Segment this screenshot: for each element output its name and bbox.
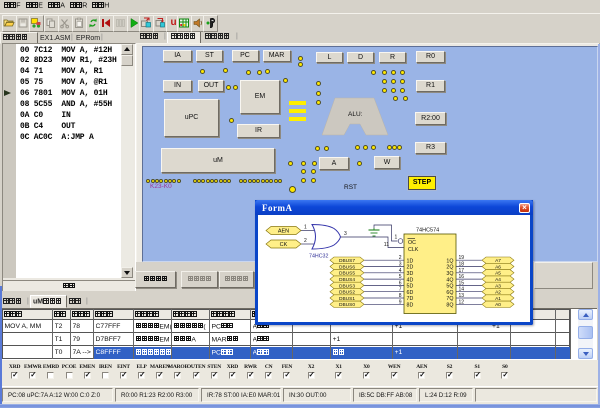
- svg-text:7: 7: [399, 287, 402, 293]
- svg-text:74HC32: 74HC32: [309, 254, 328, 260]
- svg-text:8: 8: [399, 293, 402, 299]
- svg-text:2Q: 2Q: [446, 265, 453, 271]
- svg-text:19: 19: [459, 255, 465, 261]
- svg-text:5Q: 5Q: [446, 284, 453, 290]
- svg-text:1D: 1D: [407, 258, 414, 264]
- svg-text:3Q: 3Q: [446, 271, 453, 277]
- svg-text:7D: 7D: [407, 296, 414, 302]
- svg-text:3D: 3D: [407, 271, 414, 277]
- svg-text:2: 2: [304, 238, 307, 244]
- svg-text:8D: 8D: [407, 303, 414, 309]
- svg-text:5D: 5D: [407, 284, 414, 290]
- svg-text:1: 1: [395, 235, 398, 241]
- svg-text:12: 12: [459, 299, 465, 305]
- svg-text:4: 4: [399, 268, 402, 274]
- svg-text:OC: OC: [408, 240, 416, 246]
- svg-text:13: 13: [459, 293, 465, 299]
- svg-text:8Q: 8Q: [446, 303, 453, 309]
- svg-text:6Q: 6Q: [446, 290, 453, 296]
- svg-text:AEN: AEN: [278, 229, 289, 235]
- svg-text:16: 16: [459, 274, 465, 280]
- svg-text:3: 3: [344, 231, 347, 237]
- svg-text:CK: CK: [280, 242, 288, 248]
- svg-text:1Q: 1Q: [446, 258, 453, 264]
- svg-text:18: 18: [459, 262, 465, 268]
- svg-text:2D: 2D: [407, 265, 414, 271]
- svg-text:3: 3: [399, 262, 402, 268]
- svg-text:17: 17: [459, 268, 465, 274]
- svg-text:14: 14: [459, 287, 465, 293]
- svg-text:7Q: 7Q: [446, 296, 453, 302]
- svg-text:11: 11: [384, 242, 389, 248]
- svg-text:6D: 6D: [407, 290, 414, 296]
- svg-text:4D: 4D: [407, 277, 414, 283]
- svg-text:6: 6: [399, 280, 402, 286]
- svg-text:1: 1: [304, 225, 307, 231]
- svg-text:4Q: 4Q: [446, 277, 453, 283]
- svg-text:2: 2: [399, 255, 402, 261]
- svg-text:A0: A0: [495, 302, 501, 308]
- svg-text:5: 5: [399, 274, 402, 280]
- svg-text:DBUS0: DBUS0: [339, 302, 355, 308]
- svg-text:CLK: CLK: [408, 247, 419, 253]
- svg-text:15: 15: [459, 280, 465, 286]
- svg-text:9: 9: [399, 299, 402, 305]
- svg-text:74HC574: 74HC574: [416, 228, 439, 234]
